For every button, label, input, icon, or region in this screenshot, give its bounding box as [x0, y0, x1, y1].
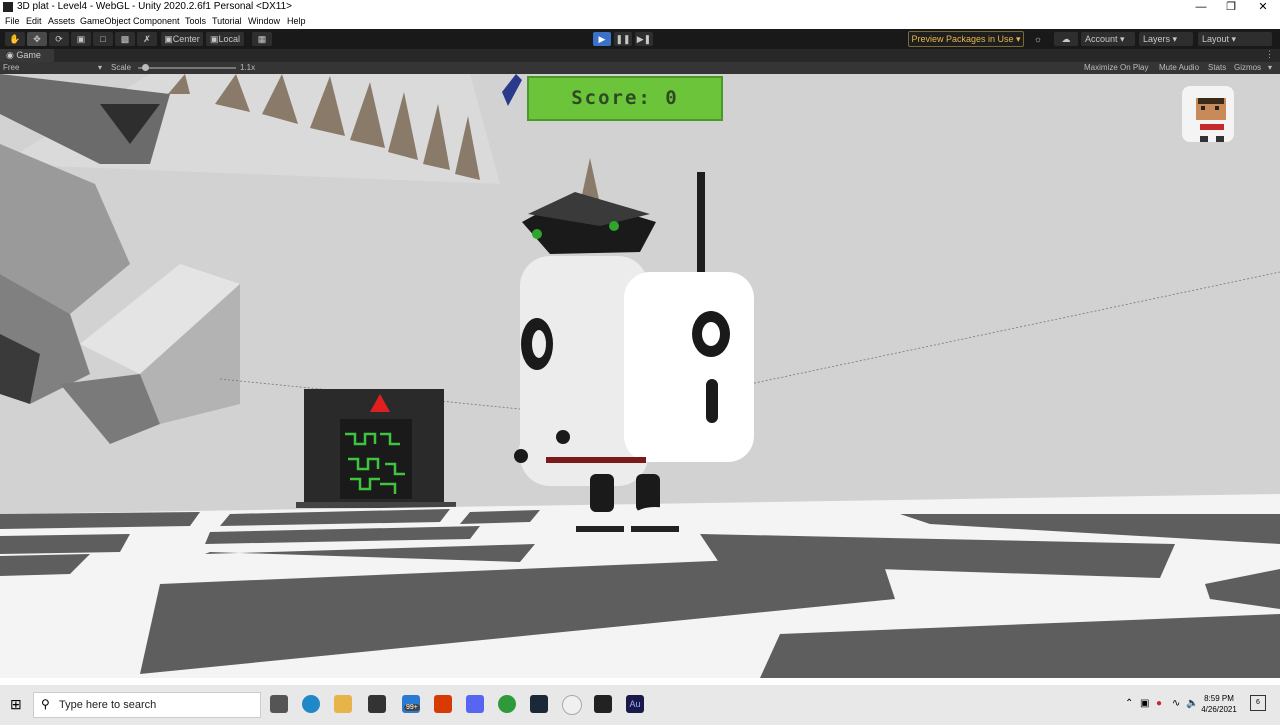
wifi-icon[interactable]: ∿ [1172, 698, 1180, 709]
music-app-icon[interactable] [562, 695, 582, 715]
taskbar-search-box[interactable]: ⚲ Type here to search [33, 692, 261, 718]
menu-bar: File Edit Assets GameObject Component To… [0, 15, 1280, 29]
menu-gameobject[interactable]: GameObject [80, 16, 131, 26]
layout-dropdown[interactable]: Layout ▾ [1198, 32, 1272, 46]
layers-label: Layers [1143, 34, 1171, 44]
account-label: Account [1085, 34, 1118, 44]
pivot-center-button[interactable]: ▣Center [161, 32, 203, 46]
clock-date: 4/26/2021 [1201, 705, 1237, 714]
menu-assets[interactable]: Assets [48, 16, 75, 26]
exit-door [296, 389, 456, 508]
tray-app-icon[interactable]: ▣ [1140, 698, 1149, 709]
layers-dropdown[interactable]: Layers ▾ [1139, 32, 1193, 46]
close-icon[interactable]: ✕ [1248, 0, 1278, 15]
gizmos-button[interactable]: Gizmos [1234, 62, 1261, 74]
maximize-on-play-button[interactable]: Maximize On Play [1084, 62, 1148, 74]
space-local-button[interactable]: ▣Local [206, 32, 244, 46]
aspect-chevron-icon[interactable]: ▾ [98, 62, 102, 74]
menu-tools[interactable]: Tools [185, 16, 206, 26]
menu-edit[interactable]: Edit [26, 16, 42, 26]
unity-icon [3, 2, 13, 12]
layout-label: Layout [1202, 34, 1230, 44]
custom-tool-icon[interactable]: ✗ [137, 32, 157, 46]
scale-slider-handle[interactable] [142, 64, 149, 71]
chrome-icon[interactable] [498, 695, 516, 713]
notification-center-icon[interactable]: 6 [1250, 695, 1266, 711]
preview-packages-dropdown[interactable]: Preview Packages in Use ▾ [908, 31, 1024, 47]
search-placeholder: Type here to search [59, 699, 157, 711]
stats-button[interactable]: Stats [1208, 62, 1226, 74]
maximize-icon[interactable]: ❐ [1216, 0, 1246, 15]
volume-icon[interactable]: 🔈 [1186, 698, 1198, 709]
game-view-controls: Free Aspect ▾ Scale 1.1x Maximize On Pla… [0, 62, 1280, 84]
scale-slider-track[interactable] [138, 67, 236, 69]
tray-record-icon[interactable]: ● [1156, 698, 1162, 709]
grid-snap-icon[interactable]: ▦ [252, 32, 272, 46]
mute-audio-button[interactable]: Mute Audio [1159, 62, 1199, 74]
hand-tool-icon[interactable]: ✋ [5, 32, 25, 46]
move-tool-icon[interactable]: ✥ [27, 32, 47, 46]
rect-tool-icon[interactable]: □ [93, 32, 113, 46]
space-label: Local [218, 34, 241, 44]
menu-file[interactable]: File [5, 16, 20, 26]
clock-time: 8:59 PM [1204, 694, 1234, 703]
store-icon[interactable] [368, 695, 386, 713]
steam-icon[interactable] [530, 695, 548, 713]
office-icon[interactable] [434, 695, 452, 713]
taskbar-clock[interactable]: 8:59 PM 4/26/2021 [1198, 693, 1240, 715]
collab-icon[interactable]: ☼ [1029, 32, 1047, 46]
game-scene [0, 74, 1280, 678]
score-display: Score: 0 [527, 76, 723, 121]
mail-badge: 99+ [404, 704, 420, 711]
tab-game[interactable]: ◉ Game [0, 49, 54, 62]
account-dropdown[interactable]: Account ▾ [1081, 32, 1135, 46]
discord-icon[interactable] [466, 695, 484, 713]
scale-label: Scale [111, 63, 132, 72]
tab-game-label: Game [16, 50, 41, 60]
game-tab-bar: ◉ Game ⋮ [0, 49, 1280, 62]
minimize-icon[interactable]: — [1186, 0, 1216, 15]
rotate-tool-icon[interactable]: ⟳ [49, 32, 69, 46]
file-explorer-icon[interactable] [334, 695, 352, 713]
tray-chevron-icon[interactable]: ⌃ [1125, 698, 1133, 709]
tab-menu-icon[interactable]: ⋮ [1265, 49, 1274, 60]
search-icon: ⚲ [41, 697, 50, 711]
gizmos-chevron-icon[interactable]: ▾ [1268, 62, 1272, 74]
transform-tool-icon[interactable]: ▩ [115, 32, 135, 46]
window-title: 3D plat - Level4 - WebGL - Unity 2020.2.… [17, 1, 292, 12]
scale-tool-icon[interactable]: ▣ [71, 32, 91, 46]
unity-taskbar-icon[interactable] [594, 695, 612, 713]
notification-count: 6 [1256, 699, 1260, 706]
menu-help[interactable]: Help [287, 16, 306, 26]
play-button[interactable]: ▶ [593, 32, 611, 46]
toolbar: ✋ ✥ ⟳ ▣ □ ▩ ✗ ▣Center ▣Local ▦ ▶ ❚❚ ▶❚ P… [0, 29, 1280, 49]
menu-component[interactable]: Component [133, 16, 180, 26]
windows-taskbar: ⊞ ⚲ Type here to search 99+ Au ⌃ ▣ ● ∿ 🔈… [0, 685, 1280, 725]
step-button[interactable]: ▶❚ [635, 32, 653, 46]
player-avatar-icon [1182, 86, 1234, 142]
menu-tutorial[interactable]: Tutorial [212, 16, 242, 26]
pause-button[interactable]: ❚❚ [614, 32, 632, 46]
preview-packages-label: Preview Packages in Use [911, 34, 1014, 44]
scale-value: 1.1x [240, 63, 256, 72]
cloud-icon[interactable]: ☁ [1054, 32, 1078, 46]
task-view-icon[interactable] [270, 695, 288, 713]
windows-start-icon[interactable]: ⊞ [10, 697, 24, 711]
title-bar: 3D plat - Level4 - WebGL - Unity 2020.2.… [0, 0, 1280, 15]
audition-icon[interactable]: Au [626, 695, 644, 713]
game-viewport[interactable]: Score: 0 [0, 74, 1280, 678]
pivot-label: Center [172, 34, 200, 44]
menu-window[interactable]: Window [248, 16, 280, 26]
edge-icon[interactable] [302, 695, 320, 713]
